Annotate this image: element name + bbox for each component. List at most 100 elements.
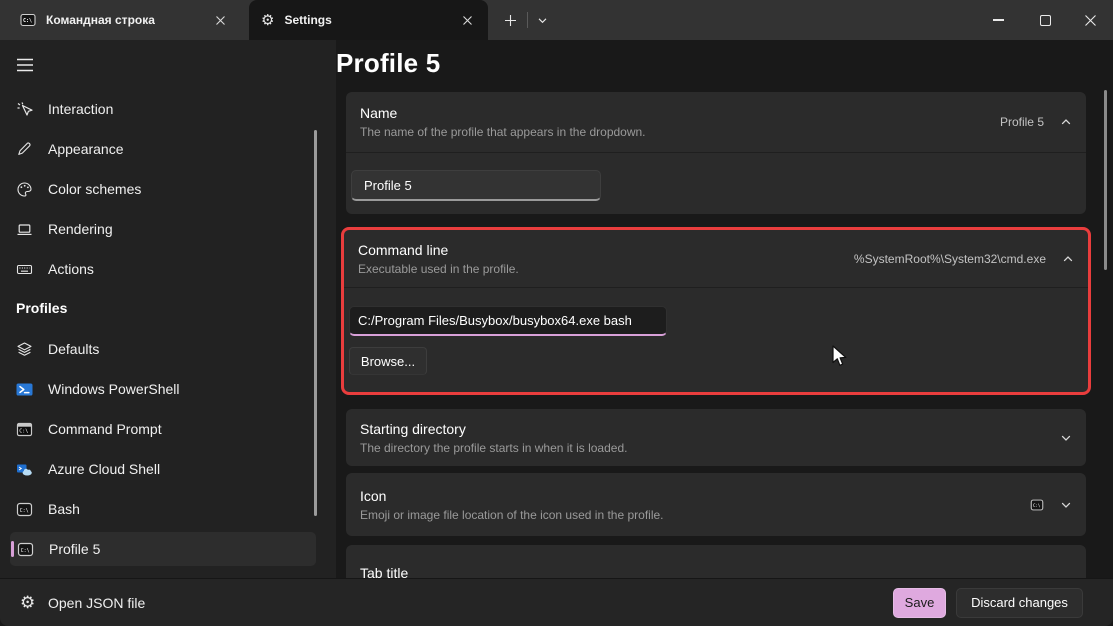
browse-button[interactable]: Browse... (349, 347, 427, 375)
tab-label: Командная строка (46, 13, 201, 27)
sidebar-item-defaults[interactable]: Defaults (0, 332, 316, 366)
nav-toggle-button[interactable] (12, 52, 38, 78)
minimize-button[interactable] (976, 0, 1020, 40)
settings-main: Profile 5 Name The name of the profile t… (336, 40, 1113, 578)
console-icon: C:\ (1030, 498, 1044, 512)
monitor-icon (15, 220, 33, 238)
close-icon[interactable] (211, 11, 229, 29)
maximize-icon (1040, 15, 1051, 26)
setting-title: Command line (358, 242, 854, 258)
svg-text:C:\: C:\ (20, 547, 29, 553)
setting-title: Icon (360, 488, 1030, 504)
save-button[interactable]: Save (893, 588, 946, 618)
setting-title: Name (360, 105, 1000, 121)
setting-description: Emoji or image file location of the icon… (360, 508, 1030, 522)
setting-value: %SystemRoot%\System32\cmd.exe (854, 252, 1046, 266)
main-scrollbar[interactable] (1104, 90, 1107, 270)
setting-description: The name of the profile that appears in … (360, 125, 1000, 139)
plus-icon (504, 14, 517, 27)
close-icon (1084, 14, 1097, 27)
command-line-input[interactable] (349, 306, 667, 336)
keyboard-icon (15, 260, 33, 278)
setting-title: Starting directory (360, 421, 1060, 437)
azure-cloud-icon (15, 460, 33, 478)
svg-text:C:\: C:\ (1033, 502, 1041, 507)
hamburger-icon (16, 58, 34, 72)
close-button[interactable] (1068, 0, 1112, 40)
tab-dropdown-button[interactable] (528, 0, 556, 40)
profiles-header: Profiles (16, 300, 67, 316)
icon-expander[interactable]: Icon Emoji or image file location of the… (346, 473, 1086, 536)
chevron-down-icon (1060, 499, 1072, 511)
open-json-file-label: Open JSON file (48, 595, 145, 611)
sidebar-item-label: Azure Cloud Shell (48, 461, 160, 477)
sidebar-item-label: Actions (48, 261, 94, 277)
cmd-window-icon: C:\ (15, 420, 33, 438)
sidebar-item-azure-cloud-shell[interactable]: Azure Cloud Shell (0, 452, 316, 486)
chevron-up-icon (1060, 116, 1072, 128)
console-icon: C:\ (16, 540, 34, 558)
sidebar-item-appearance[interactable]: Appearance (0, 132, 316, 166)
sidebar-item-rendering[interactable]: Rendering (0, 212, 316, 246)
sidebar-item-command-prompt[interactable]: C:\ Command Prompt (0, 412, 316, 446)
chevron-down-icon (1060, 432, 1072, 444)
selection-indicator (11, 541, 14, 557)
sidebar-item-label: Command Prompt (48, 421, 162, 437)
icon-setting-card: Icon Emoji or image file location of the… (346, 473, 1086, 536)
sidebar-item-color-schemes[interactable]: Color schemes (0, 172, 316, 206)
page-title: Profile 5 (336, 48, 440, 79)
settings-sidebar: Interaction Appearance Color schemes Ren… (0, 40, 336, 578)
discard-changes-button[interactable]: Discard changes (956, 588, 1083, 618)
palette-icon (15, 180, 33, 198)
svg-text:C:\: C:\ (23, 18, 32, 24)
svg-text:C:\: C:\ (19, 507, 28, 513)
starting-directory-expander[interactable]: Starting directory The directory the pro… (346, 409, 1086, 466)
layers-icon (15, 340, 33, 358)
sidebar-item-bash[interactable]: C:\ Bash (0, 492, 316, 526)
name-expander[interactable]: Name The name of the profile that appear… (346, 92, 1086, 152)
sidebar-item-label: Color schemes (48, 181, 141, 197)
sidebar-item-label: Windows PowerShell (48, 381, 180, 397)
sidebar-item-label: Interaction (48, 101, 113, 117)
sidebar-item-label: Defaults (48, 341, 99, 357)
sidebar-item-label: Profile 5 (49, 541, 100, 557)
sidebar-item-actions[interactable]: Actions (0, 252, 316, 286)
appearance-icon (15, 140, 33, 158)
titlebar: C:\ Командная строка ⚙ Settings (0, 0, 1113, 40)
name-setting-card: Name The name of the profile that appear… (346, 92, 1086, 214)
tab-title-setting-card[interactable]: Tab title (346, 545, 1086, 578)
tab-settings[interactable]: ⚙ Settings (249, 0, 488, 40)
setting-description: Executable used in the profile. (358, 262, 854, 276)
open-json-file-button[interactable]: ⚙ Open JSON file (10, 585, 43, 621)
gear-icon: ⚙ (261, 11, 274, 29)
command-line-setting-card: Command line Executable used in the prof… (341, 227, 1091, 395)
sidebar-scrollbar[interactable] (314, 130, 317, 516)
gear-icon: ⚙ (20, 593, 35, 613)
console-icon: C:\ (20, 12, 36, 28)
close-icon[interactable] (458, 11, 476, 29)
sidebar-item-label: Appearance (48, 141, 124, 157)
sidebar-item-windows-powershell[interactable]: Windows PowerShell (0, 372, 316, 406)
powershell-icon (15, 380, 33, 398)
chevron-down-icon (537, 15, 548, 26)
chevron-up-icon (1062, 253, 1074, 265)
setting-value: Profile 5 (1000, 115, 1044, 129)
tab-label: Settings (284, 13, 448, 27)
tab-command-prompt[interactable]: C:\ Командная строка (8, 0, 241, 40)
sidebar-item-profile-5[interactable]: C:\ Profile 5 (10, 532, 316, 566)
sidebar-item-interaction[interactable]: Interaction (0, 92, 316, 126)
sidebar-item-label: Bash (48, 501, 80, 517)
command-line-expander[interactable]: Command line Executable used in the prof… (344, 230, 1088, 287)
interaction-icon (15, 100, 33, 118)
new-tab-button[interactable] (495, 0, 525, 40)
starting-directory-setting-card: Starting directory The directory the pro… (346, 409, 1086, 466)
svg-text:C:\: C:\ (19, 428, 28, 434)
setting-description: The directory the profile starts in when… (360, 441, 1060, 455)
maximize-button[interactable] (1023, 0, 1067, 40)
footer-bar: ⚙ Open JSON file Save Discard changes (0, 578, 1113, 626)
sidebar-item-label: Rendering (48, 221, 113, 237)
minimize-icon (993, 19, 1004, 21)
name-input[interactable] (351, 170, 601, 201)
console-icon: C:\ (15, 500, 33, 518)
app-window: C:\ Командная строка ⚙ Settings (0, 0, 1113, 626)
